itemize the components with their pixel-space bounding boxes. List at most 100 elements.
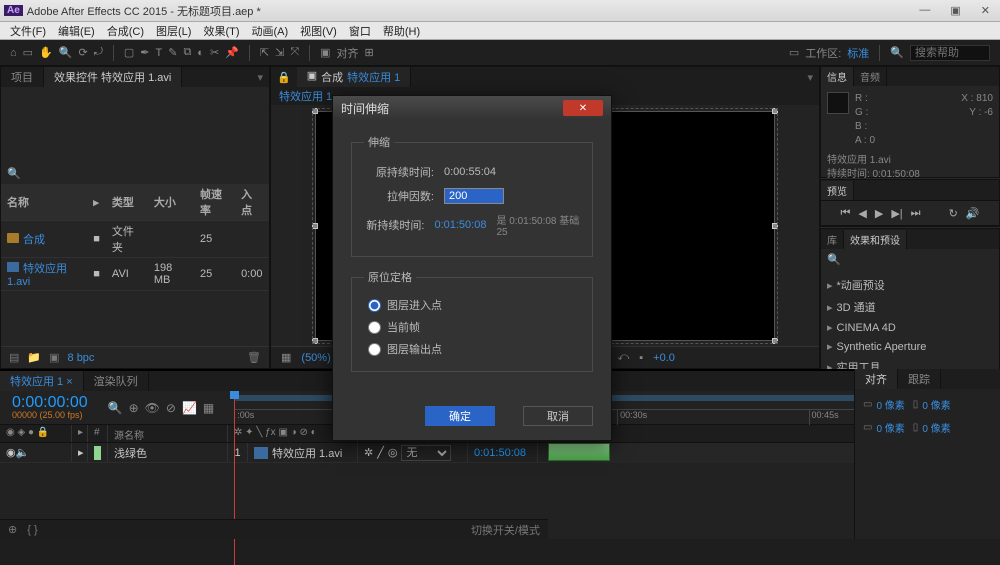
zoom-value[interactable]: (50%) (301, 352, 330, 364)
align-h2-icon[interactable]: ▭ (863, 422, 872, 433)
clone-tool-icon[interactable]: ⧉ (183, 46, 191, 59)
roto-tool-icon[interactable]: ✂ (210, 46, 219, 59)
panel-menu-icon[interactable]: ▾ (251, 71, 269, 84)
cancel-button[interactable]: 取消 (523, 406, 593, 426)
search-help-input[interactable] (910, 45, 990, 61)
preview-first-icon[interactable]: ⏮ (841, 207, 851, 220)
menu-view[interactable]: 视图(V) (296, 23, 341, 39)
tab-composition[interactable]: ▣合成 特效应用 1 (297, 67, 412, 87)
menu-edit[interactable]: 编辑(E) (54, 23, 99, 39)
preview-play-icon[interactable]: ▶ (875, 207, 883, 220)
switches-modes-toggle[interactable]: 切换开关/模式 (471, 522, 540, 538)
brush-tool-icon[interactable]: ✎ (168, 46, 177, 59)
rect-tool-icon[interactable]: ▢ (124, 46, 134, 59)
fx-category[interactable]: CINEMA 4D (827, 318, 993, 337)
col-index[interactable]: # (88, 425, 108, 442)
tab-project[interactable]: 项目 (1, 67, 44, 87)
exposure-value[interactable]: +0.0 (653, 352, 675, 364)
col-type[interactable]: 类型 (106, 184, 148, 221)
snap-sub-icon[interactable]: ⊞ (365, 46, 374, 59)
fx-category[interactable]: Synthetic Aperture (827, 337, 993, 356)
effects-search-icon[interactable]: 🔍 (827, 254, 841, 266)
new-comp-icon[interactable]: ▣ (49, 351, 59, 364)
stretch-factor-input[interactable] (444, 188, 504, 204)
tl-graph-icon[interactable]: 📈 (182, 401, 197, 415)
tab-align[interactable]: 对齐 (855, 369, 898, 389)
grid-icon[interactable]: ▦ (281, 351, 291, 364)
col-size[interactable]: 大小 (148, 184, 194, 221)
align-h-icon[interactable]: ▭ (863, 399, 872, 410)
monitor-icon[interactable]: ▭ (789, 46, 799, 59)
align-v2-icon[interactable]: ▯ (913, 422, 919, 433)
workspace-value[interactable]: 标准 (847, 45, 869, 61)
zoom-tool-icon[interactable]: 🔍 (59, 46, 73, 59)
tab-timeline-comp[interactable]: 特效应用 1 × (0, 371, 84, 391)
radio-layer-in[interactable]: 图层进入点 (368, 297, 580, 313)
tab-library[interactable]: 库 (821, 230, 844, 249)
layer-row[interactable]: ◉ 🔈 ▸ 浅绿色 1 特效应用 1.avi ✲ ╱ ◎ 无 0:01:50:0… (0, 443, 548, 463)
axis-tool2-icon[interactable]: ⇲ (275, 46, 284, 59)
tl-search-icon[interactable]: 🔍 (108, 401, 123, 415)
bpc-setting[interactable]: 8 bpc (68, 352, 95, 364)
selection-tool-icon[interactable]: ▭ (23, 46, 33, 59)
eraser-tool-icon[interactable]: ◐ (197, 47, 204, 59)
col-source[interactable]: 源名称 (108, 425, 228, 442)
align-v-icon[interactable]: ▯ (913, 399, 919, 410)
eye-icon[interactable]: ◉ (6, 446, 16, 459)
minimize-button[interactable]: — (913, 4, 936, 17)
menu-comp[interactable]: 合成(C) (103, 23, 148, 39)
pickwhip-icon[interactable]: ◎ (388, 446, 398, 459)
maximize-button[interactable]: ▣ (944, 4, 966, 17)
radio-current-frame[interactable]: 当前帧 (368, 319, 580, 335)
trash-icon[interactable]: 🗑 (247, 351, 261, 364)
preview-loop-icon[interactable]: ↻ (949, 207, 958, 220)
menu-layer[interactable]: 图层(L) (152, 23, 195, 39)
col-name[interactable]: 名称 (1, 184, 87, 221)
tl-snap-icon[interactable]: ⊕ (129, 401, 139, 415)
pin-tool-icon[interactable]: 📌 (225, 46, 239, 59)
snap-icon[interactable]: ▣ (320, 46, 330, 59)
hand-tool-icon[interactable]: ✋ (39, 46, 53, 59)
preview-next-icon[interactable]: ▶| (891, 207, 902, 220)
menu-file[interactable]: 文件(F) (6, 23, 50, 39)
tl-toggle-icon[interactable]: ⊕ (8, 523, 17, 536)
tl-blur-icon[interactable]: ⊘ (166, 401, 176, 415)
tab-effect-controls[interactable]: 效果控件 特效应用 1.avi (44, 67, 182, 87)
home-icon[interactable]: ⌂ (10, 47, 17, 59)
tl-braces-icon[interactable]: { } (27, 524, 37, 536)
col-in[interactable]: 入点 (235, 184, 269, 221)
ok-button[interactable]: 确定 (425, 406, 495, 426)
switch-icon[interactable]: ✲ (364, 446, 373, 459)
preview-mute-icon[interactable]: 🔊 (966, 207, 980, 220)
menu-effect[interactable]: 效果(T) (199, 23, 243, 39)
fast-icon[interactable]: ⤺ (618, 351, 630, 364)
pixel-icon[interactable]: ▪ (639, 352, 643, 364)
project-search-icon[interactable]: 🔍 (7, 168, 21, 180)
rotate-tool-icon[interactable]: ⤾ (94, 46, 103, 59)
speaker-icon[interactable]: 🔈 (16, 446, 30, 459)
pen-tool-icon[interactable]: ✒ (140, 46, 149, 59)
panel-menu-icon[interactable]: ▾ (801, 71, 819, 84)
layer-clip[interactable] (548, 443, 610, 461)
tl-shy-icon[interactable]: 👁 (145, 401, 160, 415)
tab-render-queue[interactable]: 渲染队列 (84, 371, 149, 391)
new-folder-icon[interactable]: 📁 (27, 351, 41, 364)
menu-help[interactable]: 帮助(H) (379, 23, 424, 39)
tab-info[interactable]: 信息 (821, 67, 854, 86)
fx-category[interactable]: *动画预设 (827, 274, 993, 296)
fx-category[interactable]: 3D 通道 (827, 296, 993, 318)
tab-preview[interactable]: 预览 (821, 181, 854, 200)
orbit-tool-icon[interactable]: ⟳ (78, 46, 87, 59)
tab-audio[interactable]: 音频 (854, 67, 887, 86)
new-duration-value[interactable]: 0:01:50:08 (434, 219, 486, 231)
text-tool-icon[interactable]: T (155, 47, 162, 59)
preview-last-icon[interactable]: ⏭ (911, 207, 921, 220)
project-row[interactable]: 合成 ■ 文件夹 25 (1, 221, 269, 258)
comp-lock-icon[interactable]: 🔒 (271, 71, 297, 84)
col-fps[interactable]: 帧速率 (194, 184, 235, 221)
tab-effects[interactable]: 效果和预设 (844, 230, 907, 249)
menu-window[interactable]: 窗口 (345, 23, 375, 39)
current-timecode[interactable]: 0:00:00:00 00000 (25.00 fps) (0, 395, 100, 420)
switch-icon[interactable]: ╱ (377, 446, 384, 459)
parent-select[interactable]: 无 (401, 445, 451, 461)
